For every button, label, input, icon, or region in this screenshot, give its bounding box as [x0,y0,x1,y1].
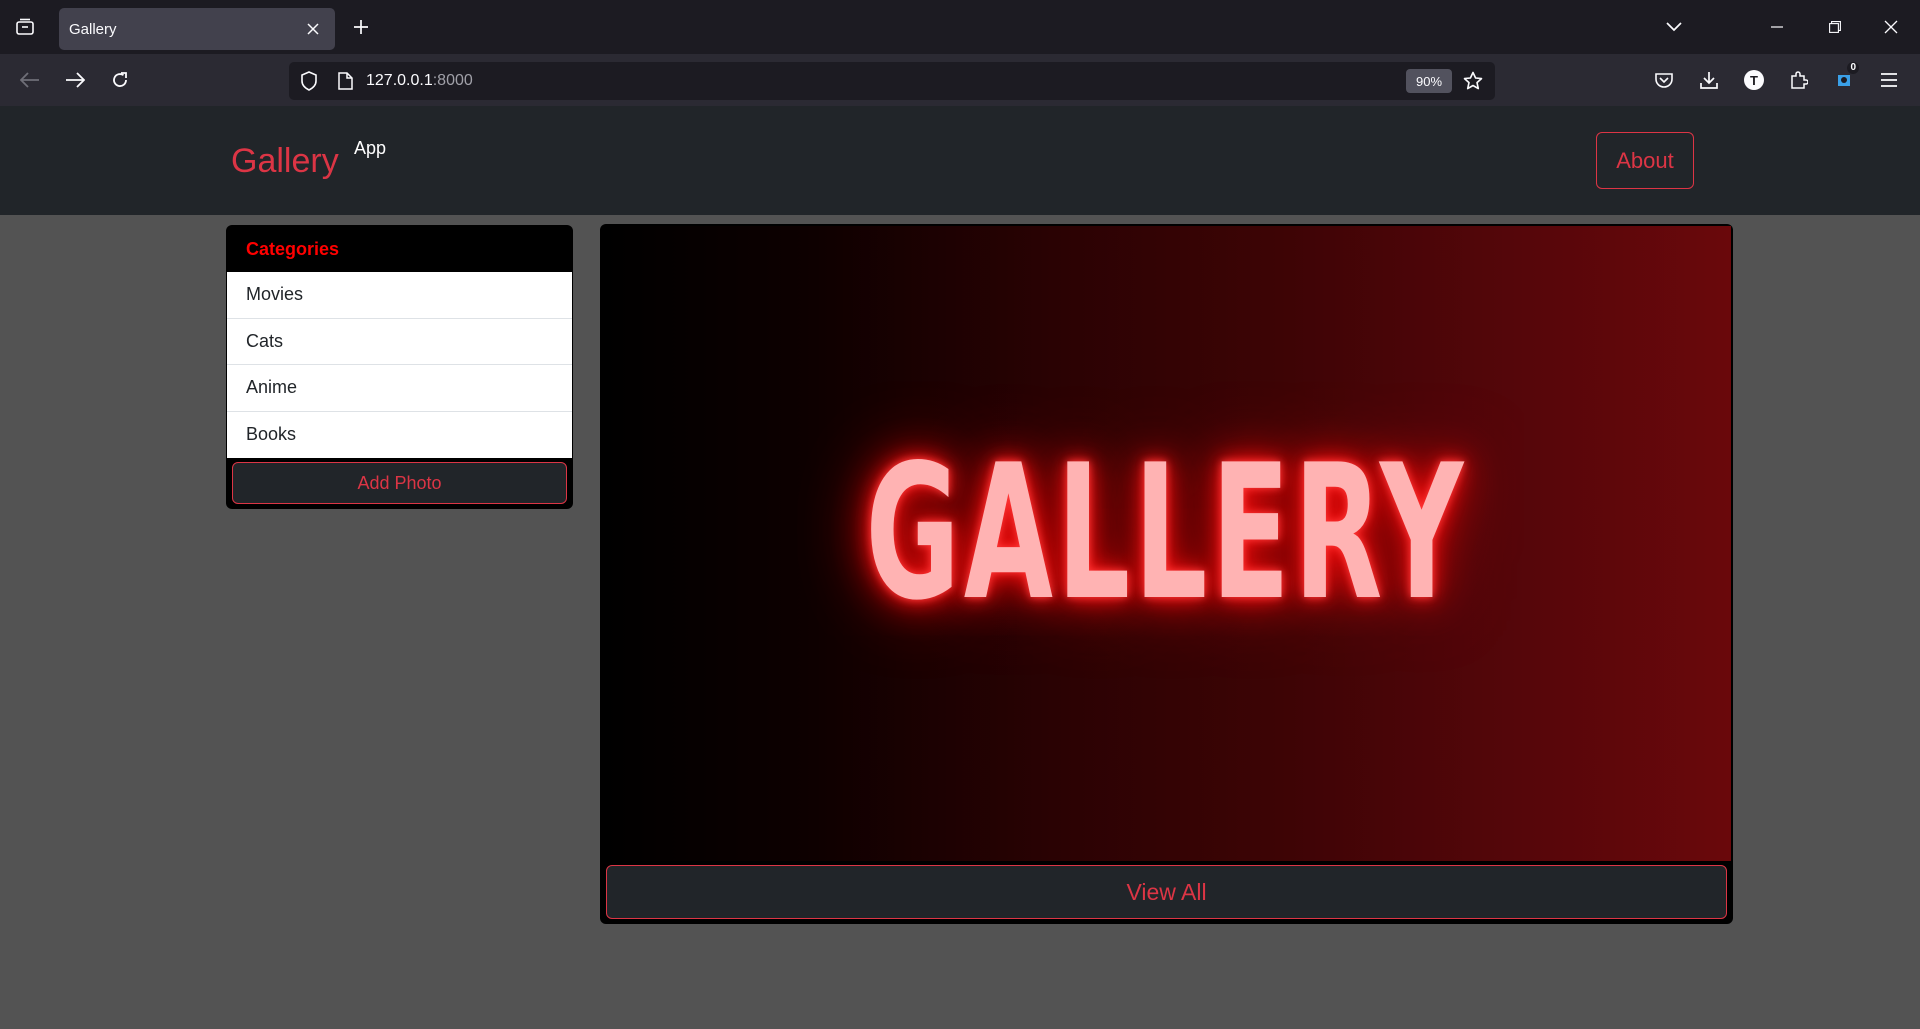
brand-logo-text[interactable]: Gallery [231,142,339,181]
restore-icon[interactable] [1815,10,1855,44]
address-bar[interactable]: 127.0.0.1:8000 90% [289,62,1495,100]
extension-badge-count: 0 [1847,62,1859,74]
category-list: Movies Cats Anime Books [227,272,572,458]
url-text[interactable]: 127.0.0.1:8000 [366,72,473,90]
extensions-puzzle-icon[interactable] [1782,63,1816,97]
hero-neon-title: GALLERY [865,424,1468,641]
avatar-letter: T [1744,70,1764,90]
page-info-icon[interactable] [333,69,357,93]
tab-overflow-chevron-icon[interactable] [1654,10,1694,44]
browser-tab-title: Gallery [69,20,117,38]
gallery-hero-image: GALLERY [602,226,1731,861]
url-port: :8000 [432,72,473,89]
add-photo-button[interactable]: Add Photo [232,462,567,504]
download-icon[interactable] [1692,63,1726,97]
zoom-level-badge[interactable]: 90% [1406,69,1452,93]
site-header: Gallery App About [0,106,1920,215]
forward-arrow-icon[interactable] [57,62,93,98]
gallery-card: GALLERY View All [600,224,1733,924]
close-tab-icon[interactable] [301,17,325,41]
reload-icon[interactable] [102,62,138,98]
back-arrow-icon[interactable] [12,62,48,98]
category-item-cats[interactable]: Cats [227,319,572,365]
minimize-icon[interactable] [1757,10,1797,44]
browser-tab-gallery[interactable]: Gallery [59,8,335,50]
pocket-icon[interactable] [1647,63,1681,97]
tab-list-icon[interactable] [8,10,42,44]
extension-notification-icon[interactable]: 0 [1827,62,1861,97]
category-item-books[interactable]: Books [227,412,572,459]
new-tab-icon[interactable] [345,11,377,43]
hamburger-menu-icon[interactable] [1872,63,1906,97]
category-item-anime[interactable]: Anime [227,365,572,412]
about-button[interactable]: About [1596,132,1694,189]
brand-superscript: App [354,138,387,158]
hero-text-wrap: GALLERY [602,226,1731,861]
close-window-icon[interactable] [1871,10,1911,44]
view-all-button[interactable]: View All [606,865,1727,919]
bookmark-star-icon[interactable] [1460,68,1486,94]
shield-icon[interactable] [297,69,321,93]
account-avatar-icon[interactable]: T [1737,63,1771,97]
browser-tabbar: Gallery [0,0,1920,54]
categories-sidebar: Categories Movies Cats Anime Books Add P… [226,225,573,509]
categories-title: Categories [246,239,340,259]
url-host: 127.0.0.1 [366,72,433,89]
category-item-movies[interactable]: Movies [227,272,572,319]
browser-navbar: 127.0.0.1:8000 90% T 0 [0,54,1920,106]
